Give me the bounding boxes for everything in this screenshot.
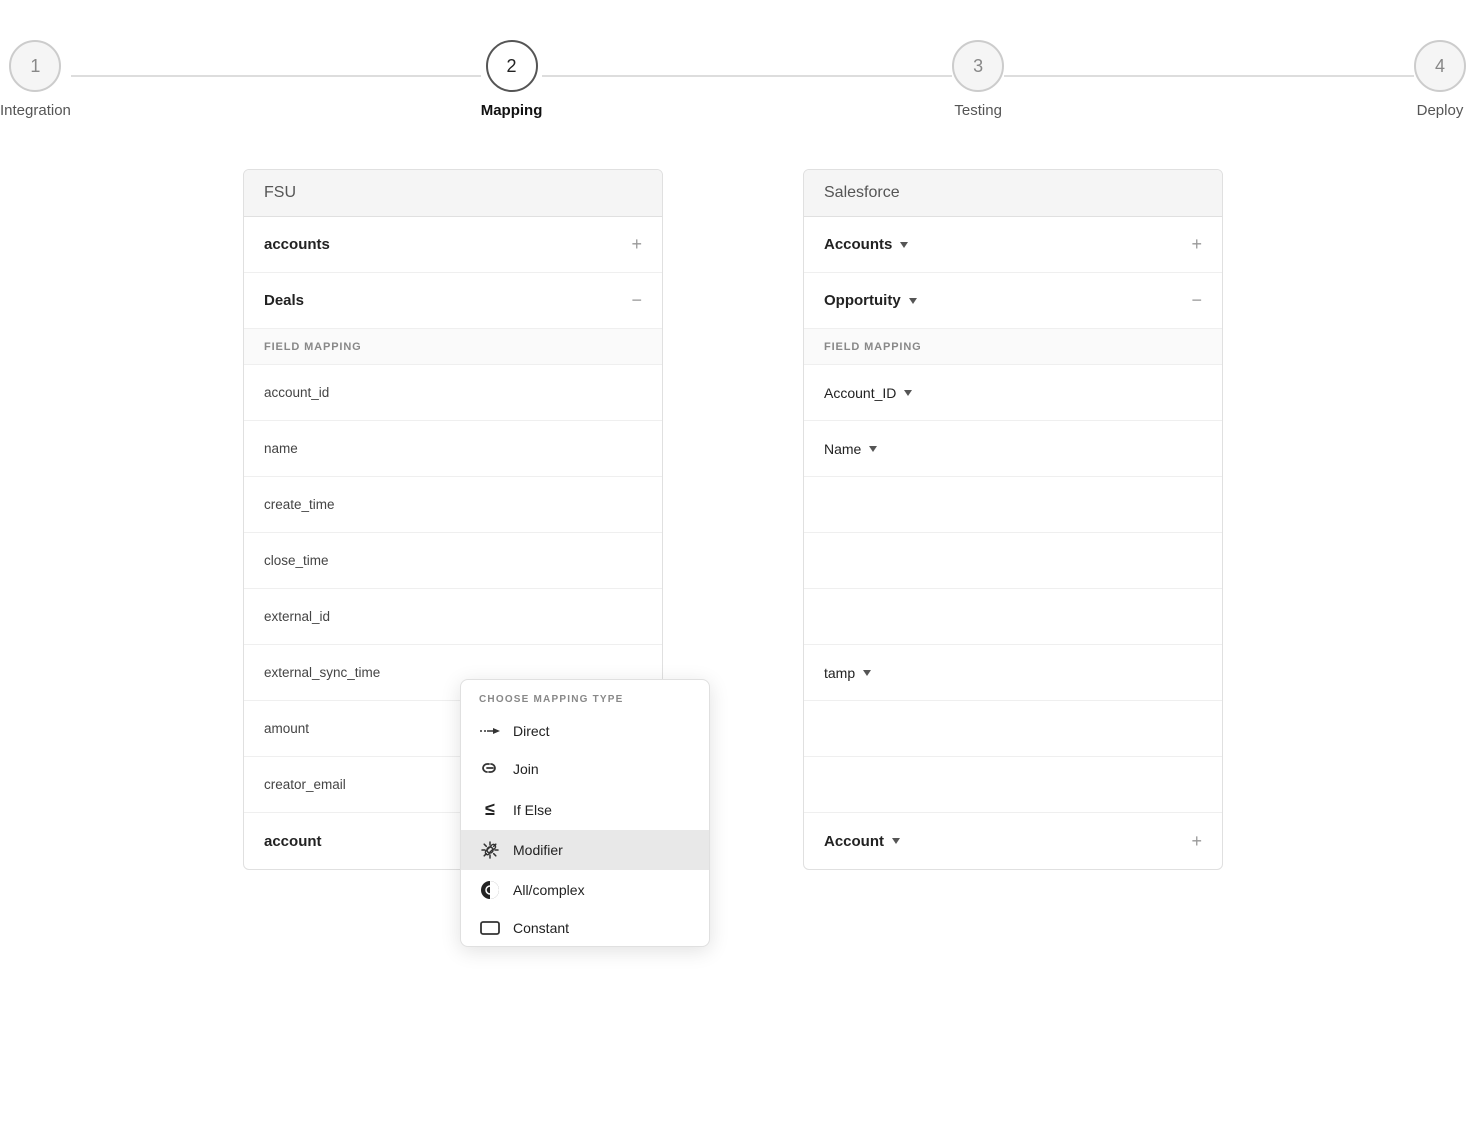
modifier-gear-icon [480, 840, 500, 860]
step-deploy[interactable]: 4 Deploy [1414, 40, 1466, 119]
fsu-field-create-time: create_time [244, 477, 662, 533]
sf-row-accounts[interactable]: Accounts + [804, 217, 1222, 273]
sf-name-label: Name [824, 441, 1202, 457]
step-circle-4: 4 [1414, 40, 1466, 92]
sf-field-mapping-label: FIELD MAPPING [824, 341, 1202, 353]
constant-icon [479, 921, 501, 935]
complex-icon [479, 880, 501, 900]
fsu-field-mapping-label: FIELD MAPPING [264, 341, 642, 353]
sf-field-empty-4 [804, 701, 1222, 757]
popup-complex-label: All/complex [513, 882, 585, 898]
sf-account-bottom-chevron [892, 838, 900, 844]
step-connector-3-4 [1004, 75, 1414, 77]
popup-title: CHOOSE MAPPING TYPE [461, 680, 709, 713]
modifier-icon [479, 840, 501, 860]
sf-row-opportunity[interactable]: Opportuity − [804, 273, 1222, 329]
constant-rect-icon [480, 921, 500, 935]
sf-accounts-add[interactable]: + [1191, 234, 1202, 255]
step-circle-3: 3 [952, 40, 1004, 92]
sf-opportunity-collapse[interactable]: − [1191, 290, 1202, 311]
sf-panel-header: Salesforce [804, 170, 1222, 217]
mapping-type-popup: CHOOSE MAPPING TYPE Direct Join [460, 679, 710, 947]
sf-field-name[interactable]: Name [804, 421, 1222, 477]
direct-arrow-icon [480, 725, 500, 737]
complex-toggle-icon [480, 880, 500, 900]
stepper: 1 Integration 2 Mapping 3 Testing 4 Depl… [0, 0, 1466, 169]
sf-tamp-label: tamp [824, 665, 1202, 681]
sf-accounts-chevron [900, 242, 908, 248]
sf-account-id-chevron [904, 390, 912, 396]
fsu-panel-header: FSU [244, 170, 662, 217]
popup-direct-label: Direct [513, 723, 550, 739]
popup-join-label: Join [513, 761, 539, 777]
sf-field-empty-1 [804, 477, 1222, 533]
sf-name-chevron [869, 446, 877, 452]
sf-opportunity-chevron [909, 298, 917, 304]
sf-opportunity-label: Opportuity [824, 292, 1191, 309]
mapping-area: FSU accounts + Deals − FIELD MAPPING acc… [0, 169, 1466, 870]
popup-item-ifelse[interactable]: ≤ If Else [461, 789, 709, 830]
step-label-mapping: Mapping [481, 102, 543, 119]
popup-item-join[interactable]: Join [461, 749, 709, 789]
step-connector-2-3 [542, 75, 952, 77]
fsu-field-account-id: account_id [244, 365, 662, 421]
step-testing[interactable]: 3 Testing [952, 40, 1004, 119]
step-label-testing: Testing [954, 102, 1002, 119]
popup-item-modifier[interactable]: Modifier [461, 830, 709, 870]
sf-field-tamp[interactable]: tamp [804, 645, 1222, 701]
sf-account-add[interactable]: + [1191, 831, 1202, 852]
sf-field-account-id[interactable]: Account_ID [804, 365, 1222, 421]
fsu-field-external-id: external_id [244, 589, 662, 645]
step-mapping[interactable]: 2 Mapping [481, 40, 543, 119]
step-circle-2: 2 [486, 40, 538, 92]
step-integration[interactable]: 1 Integration [0, 40, 71, 119]
popup-item-constant[interactable]: Constant [461, 910, 709, 946]
fsu-field-close-time: close_time [244, 533, 662, 589]
popup-item-direct[interactable]: Direct [461, 713, 709, 749]
sf-panel: Salesforce Accounts + Opportuity − FIELD… [803, 169, 1223, 870]
popup-modifier-label: Modifier [513, 842, 563, 858]
ifelse-icon: ≤ [479, 799, 501, 820]
fsu-deals-collapse[interactable]: − [631, 290, 642, 311]
fsu-accounts-label: accounts [264, 236, 623, 253]
sf-row-account-bottom[interactable]: Account + [804, 813, 1222, 869]
fsu-row-deals[interactable]: Deals − [244, 273, 662, 329]
step-label-deploy: Deploy [1417, 102, 1464, 119]
sf-account-bottom-label: Account [824, 833, 1191, 850]
sf-field-empty-5 [804, 757, 1222, 813]
popup-item-complex[interactable]: All/complex [461, 870, 709, 910]
popup-constant-label: Constant [513, 920, 569, 936]
step-label-integration: Integration [0, 102, 71, 119]
direct-icon [479, 725, 501, 737]
join-link-icon [480, 759, 500, 779]
fsu-field-name: name [244, 421, 662, 477]
sf-field-empty-3 [804, 589, 1222, 645]
popup-ifelse-label: If Else [513, 802, 552, 818]
join-icon [479, 759, 501, 779]
sf-tamp-chevron [863, 670, 871, 676]
sf-account-id-label: Account_ID [824, 385, 1202, 401]
fsu-accounts-add[interactable]: + [631, 234, 642, 255]
fsu-field-mapping-header: FIELD MAPPING [244, 329, 662, 365]
sf-field-mapping-header: FIELD MAPPING [804, 329, 1222, 365]
step-circle-1: 1 [9, 40, 61, 92]
sf-field-empty-2 [804, 533, 1222, 589]
fsu-row-accounts[interactable]: accounts + [244, 217, 662, 273]
sf-accounts-label: Accounts [824, 236, 1191, 253]
step-connector-1-2 [71, 75, 481, 77]
fsu-deals-label: Deals [264, 292, 623, 309]
